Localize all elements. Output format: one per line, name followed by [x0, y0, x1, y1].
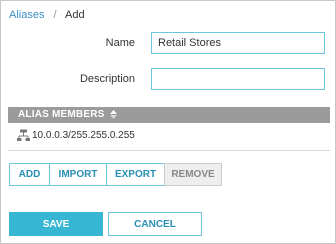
add-alias-panel: Aliases / Add Name Description ALIAS MEM…	[0, 0, 336, 244]
breadcrumb-aliases-link[interactable]: Aliases	[9, 9, 44, 21]
breadcrumb-current: Add	[65, 9, 85, 21]
breadcrumb-separator: /	[53, 9, 57, 21]
remove-button[interactable]: REMOVE	[164, 163, 222, 186]
import-button[interactable]: IMPORT	[49, 163, 107, 186]
network-icon	[17, 129, 31, 143]
add-button[interactable]: ADD	[9, 163, 50, 186]
name-label: Name	[105, 37, 135, 49]
description-field[interactable]	[151, 68, 325, 90]
table-row[interactable]: 10.0.0.3/255.255.0.255	[17, 128, 135, 144]
export-button[interactable]: EXPORT	[106, 163, 165, 186]
alias-members-header-label: ALIAS MEMBERS	[18, 109, 105, 120]
cancel-button[interactable]: CANCEL	[108, 212, 202, 236]
description-label: Description	[79, 73, 135, 85]
divider	[8, 150, 330, 151]
save-button[interactable]: SAVE	[9, 212, 103, 236]
sort-ascending-icon	[110, 109, 118, 125]
name-field[interactable]	[151, 32, 325, 54]
breadcrumb: Aliases / Add	[9, 9, 85, 21]
alias-members-header[interactable]: ALIAS MEMBERS	[8, 107, 330, 123]
member-actions: ADD IMPORT EXPORT REMOVE	[9, 163, 222, 186]
alias-member-value: 10.0.0.3/255.255.0.255	[32, 130, 135, 141]
